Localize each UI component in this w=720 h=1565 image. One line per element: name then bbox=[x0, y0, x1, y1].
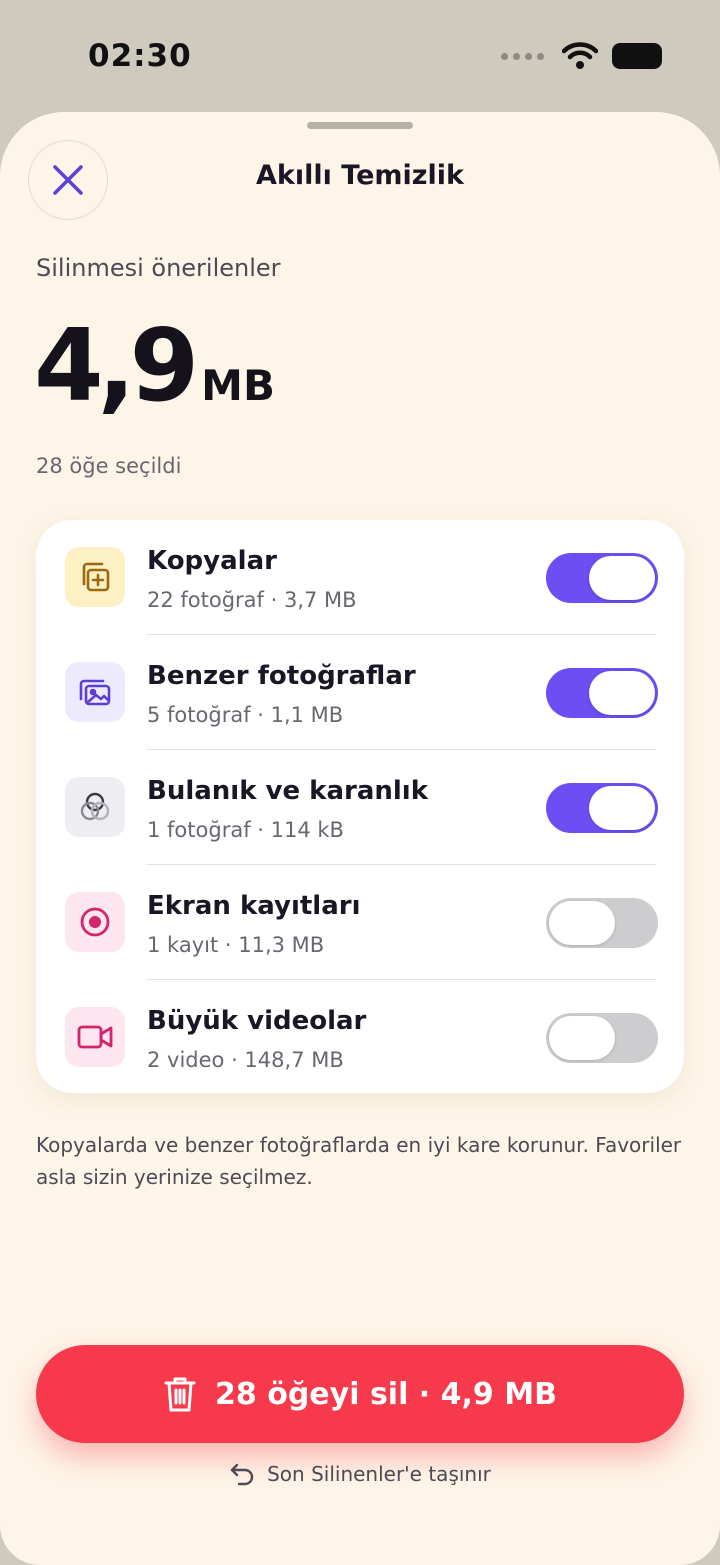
footnote: Kopyalarda ve benzer fotoğraflarda en iy… bbox=[36, 1133, 682, 1189]
category-subtitle: 2 video · 148,7 MB bbox=[147, 1048, 344, 1072]
sheet-title: Akıllı Temizlik bbox=[256, 160, 464, 191]
category-subtitle: 1 kayıt · 11,3 MB bbox=[147, 933, 325, 957]
total-size-value: 4,9 bbox=[34, 307, 199, 424]
undo-icon bbox=[230, 1463, 254, 1486]
suggested-label: Silinmesi önerilenler bbox=[36, 254, 281, 282]
photos-icon bbox=[65, 662, 125, 722]
duplicate-icon bbox=[65, 547, 125, 607]
delete-button[interactable]: 28 öğeyi sil · 4,9 MB bbox=[36, 1345, 684, 1443]
duplicates-toggle[interactable] bbox=[546, 553, 658, 603]
total-size: 4,9 MB bbox=[34, 307, 275, 424]
selected-count: 28 öğe seçildi bbox=[36, 454, 182, 478]
video-icon bbox=[65, 1007, 125, 1067]
category-card: Kopyalar 22 fotoğraf · 3,7 MB Benzer fot… bbox=[36, 520, 684, 1093]
category-subtitle: 1 fotoğraf · 114 kB bbox=[147, 818, 344, 842]
category-title: Kopyalar bbox=[147, 546, 277, 576]
category-row-blurry-dark[interactable]: Bulanık ve karanlık 1 fotoğraf · 114 kB bbox=[36, 750, 684, 865]
category-row-screen-recordings[interactable]: Ekran kayıtları 1 kayıt · 11,3 MB bbox=[36, 865, 684, 980]
category-row-duplicates[interactable]: Kopyalar 22 fotoğraf · 3,7 MB bbox=[36, 520, 684, 635]
battery-icon bbox=[612, 43, 662, 69]
sheet-grabber[interactable] bbox=[307, 122, 413, 129]
category-title: Ekran kayıtları bbox=[147, 891, 361, 921]
blur-icon bbox=[65, 777, 125, 837]
large-videos-toggle[interactable] bbox=[546, 1013, 658, 1063]
record-icon bbox=[65, 892, 125, 952]
status-time: 02:30 bbox=[88, 38, 192, 74]
category-subtitle: 5 fotoğraf · 1,1 MB bbox=[147, 703, 344, 727]
category-title: Bulanık ve karanlık bbox=[147, 776, 429, 806]
similar-photos-toggle[interactable] bbox=[546, 668, 658, 718]
wifi-icon bbox=[562, 42, 598, 69]
category-subtitle: 22 fotoğraf · 3,7 MB bbox=[147, 588, 357, 612]
status-bar: 02:30 bbox=[0, 0, 720, 112]
category-row-large-videos[interactable]: Büyük videolar 2 video · 148,7 MB bbox=[36, 980, 684, 1095]
total-size-unit: MB bbox=[201, 361, 275, 410]
signal-dots-icon bbox=[501, 52, 544, 60]
category-title: Büyük videolar bbox=[147, 1006, 367, 1036]
delete-button-label: 28 öğeyi sil · 4,9 MB bbox=[215, 1376, 557, 1412]
status-icons bbox=[501, 42, 662, 70]
screen-recordings-toggle[interactable] bbox=[546, 898, 658, 948]
smart-cleanup-sheet: Akıllı Temizlik Silinmesi önerilenler 4,… bbox=[0, 112, 720, 1565]
category-row-similar-photos[interactable]: Benzer fotoğraflar 5 fotoğraf · 1,1 MB bbox=[36, 635, 684, 750]
move-note-label: Son Silinenler'e taşınır bbox=[267, 1462, 491, 1486]
move-note: Son Silinenler'e taşınır bbox=[0, 1462, 720, 1486]
category-title: Benzer fotoğraflar bbox=[147, 661, 416, 691]
trash-icon bbox=[164, 1377, 196, 1412]
blurry-dark-toggle[interactable] bbox=[546, 783, 658, 833]
